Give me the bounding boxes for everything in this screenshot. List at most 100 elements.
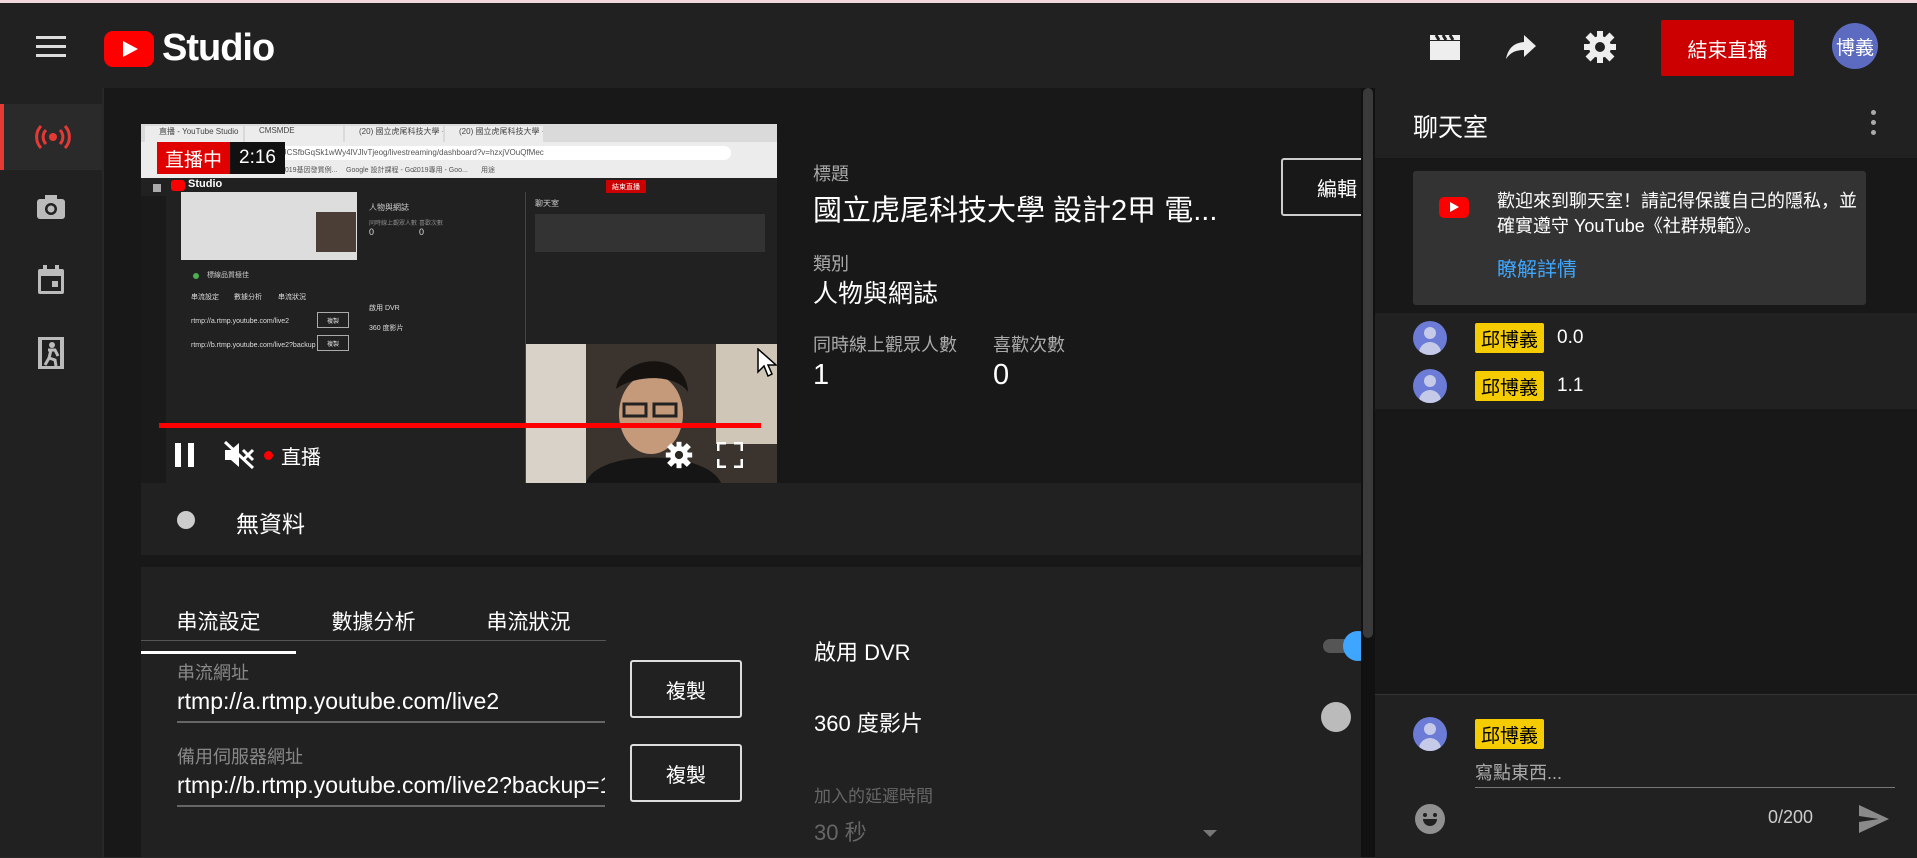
mouse-cursor-icon xyxy=(757,348,777,378)
copy-backup-url-button[interactable]: 複製 xyxy=(630,744,742,802)
fullscreen-button[interactable] xyxy=(713,439,747,471)
embedded-logo-text: Studio xyxy=(188,178,223,190)
fullscreen-icon xyxy=(717,442,743,468)
gear-icon xyxy=(665,441,693,469)
stream-health-text: 無資料 xyxy=(236,511,305,537)
dvr-toggle[interactable] xyxy=(1321,629,1373,663)
live-label: 直播 xyxy=(281,446,321,469)
embedded-tab: CMSMDE xyxy=(245,126,343,142)
camera-icon xyxy=(37,195,65,219)
avatar xyxy=(1413,369,1447,403)
embedded-logo-icon xyxy=(171,180,185,191)
calendar-icon xyxy=(38,265,64,294)
embedded-bookmark: 用途 xyxy=(481,167,495,174)
likes-value: 0 xyxy=(993,359,1010,391)
studio-logo[interactable]: Studio xyxy=(104,27,275,70)
embedded-category: 人物與網誌 xyxy=(369,203,409,212)
embedded-bookmark: 2019專用 - Goo... xyxy=(413,167,468,174)
learn-more-link[interactable]: 瞭解詳情 xyxy=(1497,253,1577,282)
volume-muted-icon xyxy=(223,440,255,470)
stream-title: 國立虎尾科技大學 設計2甲 電... xyxy=(813,195,1218,227)
send-icon[interactable] xyxy=(1857,803,1891,835)
end-live-button[interactable]: 結束直播 xyxy=(1661,20,1794,76)
tab-stream-health[interactable]: 串流狀況 xyxy=(451,591,606,651)
avatar xyxy=(1413,321,1447,355)
account-avatar[interactable]: 博義 xyxy=(1832,23,1878,69)
composer-author-name: 邱博義 xyxy=(1475,719,1545,749)
tab-analytics[interactable]: 數據分析 xyxy=(296,591,451,651)
nav-exit-studio[interactable] xyxy=(0,320,102,386)
live-chat-panel: 聊天室 歡迎來到聊天室！請記得保護自己的隱私，並確實遵守 YouTube《社群規… xyxy=(1375,88,1917,858)
chat-header: 聊天室 xyxy=(1375,88,1917,158)
embedded-tab: (20) 國立虎尾科技大學 · 人... xyxy=(445,126,543,142)
copy-stream-url-button[interactable]: 複製 xyxy=(630,660,742,718)
backup-url-label: 備用伺服器網址 xyxy=(177,747,303,767)
nav-webcam[interactable] xyxy=(0,174,102,240)
side-navigation xyxy=(0,88,102,857)
settings-icon[interactable] xyxy=(1582,29,1618,65)
category-value: 人物與網誌 xyxy=(813,280,939,308)
live-badge-label: 直播中 xyxy=(157,142,231,174)
author-name[interactable]: 邱博義 xyxy=(1475,371,1545,401)
nav-live-stream[interactable] xyxy=(0,104,102,170)
vr360-label: 360 度影片 xyxy=(814,711,923,736)
embedded-tab: (20) 國立虎尾科技大學 · 傳... xyxy=(345,126,443,142)
stream-settings-panel: 串流設定 數據分析 串流狀況 串流網址 rtmp://a.rtmp.youtub… xyxy=(141,567,1373,857)
live-status-badge: 直播中 2:16 xyxy=(157,142,285,174)
live-preview-player[interactable]: 直播 - YouTube Studio CMSMDE (20) 國立虎尾科技大學… xyxy=(141,124,777,483)
status-indicator-icon xyxy=(177,511,195,529)
live-elapsed-time: 2:16 xyxy=(230,142,285,174)
dropdown-arrow-icon[interactable] xyxy=(1203,830,1217,837)
clapperboard-icon[interactable] xyxy=(1427,29,1463,65)
chat-composer: 邱博義 0/200 xyxy=(1375,694,1917,858)
chat-messages: 邱博義 0.0 邱博義 1.1 xyxy=(1375,313,1917,409)
chat-title: 聊天室 xyxy=(1413,114,1489,142)
player-settings-button[interactable] xyxy=(661,439,697,471)
live-indicator: 直播 xyxy=(264,439,321,471)
stream-url-field[interactable]: rtmp://a.rtmp.youtube.com/live2 xyxy=(177,688,605,723)
live-progress-bar[interactable] xyxy=(159,423,761,428)
chat-message[interactable]: 邱博義 1.1 xyxy=(1375,361,1917,409)
likes-label: 喜歡次數 xyxy=(993,335,1065,355)
youtube-icon xyxy=(1439,197,1469,218)
emoji-icon[interactable] xyxy=(1415,804,1445,834)
embedded-bookmark: 2019基因發質例... xyxy=(281,167,338,174)
live-icon xyxy=(35,125,71,149)
mute-button[interactable] xyxy=(221,439,257,471)
menu-icon[interactable] xyxy=(36,36,66,58)
youtube-logo-icon xyxy=(104,30,154,67)
edit-button[interactable]: 編輯 xyxy=(1281,158,1371,216)
welcome-message: 歡迎來到聊天室！請記得保護自己的隱私，並確實遵守 YouTube《社群規範》。 xyxy=(1497,191,1857,236)
stream-health-row: 無資料 xyxy=(141,483,1361,555)
concurrent-viewers-label: 同時線上觀眾人數 xyxy=(813,335,957,355)
live-dot-icon xyxy=(264,450,273,460)
pause-button[interactable] xyxy=(169,439,201,471)
category-label: 類別 xyxy=(813,254,849,274)
backup-url-field[interactable]: rtmp://b.rtmp.youtube.com/live2?backup=1 xyxy=(177,772,605,807)
more-options-icon[interactable] xyxy=(1871,110,1879,138)
nav-schedule[interactable] xyxy=(0,247,102,313)
chat-input[interactable] xyxy=(1475,759,1895,788)
title-label: 標題 xyxy=(813,164,849,184)
share-icon[interactable] xyxy=(1503,29,1539,65)
pause-icon xyxy=(175,443,194,467)
embedded-bookmark: Google 設計課程 - Go... xyxy=(346,167,420,174)
embedded-end-live: 結束直播 xyxy=(606,180,646,193)
exit-icon xyxy=(38,337,64,369)
stream-url-label: 串流網址 xyxy=(177,663,249,683)
char-counter: 0/200 xyxy=(1768,807,1814,827)
chat-message[interactable]: 邱博義 0.0 xyxy=(1375,313,1917,361)
author-name[interactable]: 邱博義 xyxy=(1475,323,1545,353)
top-app-bar: Studio 結束直播 博義 xyxy=(0,0,1917,88)
embedded-tab: 直播 - YouTube Studio xyxy=(145,126,243,142)
concurrent-viewers-value: 1 xyxy=(813,359,830,391)
vr360-toggle[interactable] xyxy=(1317,700,1357,734)
latency-select[interactable]: 30 秒 xyxy=(814,815,867,847)
logo-text: Studio xyxy=(162,27,275,69)
message-text: 0.0 xyxy=(1557,327,1584,348)
chat-welcome-card: 歡迎來到聊天室！請記得保護自己的隱私，並確實遵守 YouTube《社群規範》。 … xyxy=(1413,171,1866,305)
tab-stream-settings[interactable]: 串流設定 xyxy=(141,591,296,654)
main-scrollbar[interactable] xyxy=(1361,88,1375,857)
scrollbar-thumb[interactable] xyxy=(1363,88,1373,638)
preview-screen: 直播 - YouTube Studio CMSMDE (20) 國立虎尾科技大學… xyxy=(141,124,777,483)
